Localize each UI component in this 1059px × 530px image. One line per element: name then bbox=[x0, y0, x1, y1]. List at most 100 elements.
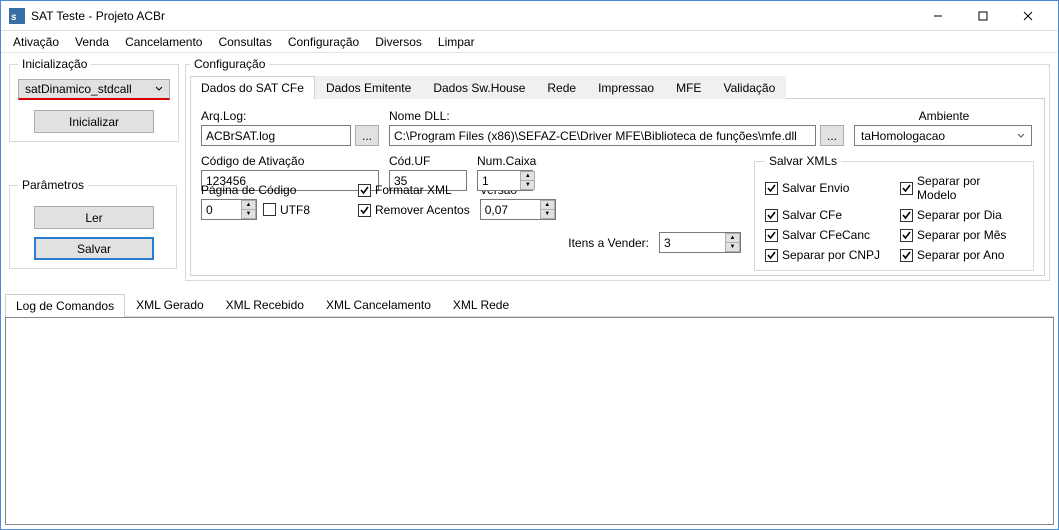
chk-separar-cnpj[interactable]: Separar por CNPJ bbox=[765, 248, 880, 262]
chk-separar-dia[interactable]: Separar por Dia bbox=[900, 208, 1023, 222]
cod-ativacao-label: Código de Ativação bbox=[201, 154, 379, 168]
ambiente-label: Ambiente bbox=[854, 109, 1034, 123]
chk-salvar-envio[interactable]: Salvar Envio bbox=[765, 174, 880, 202]
menu-consultas[interactable]: Consultas bbox=[210, 33, 279, 51]
spin-down-button[interactable]: ▼ bbox=[540, 209, 555, 219]
app-window: s SAT Teste - Projeto ACBr Ativação Vend… bbox=[0, 0, 1059, 530]
num-caixa-field: Num.Caixa ▲ ▼ bbox=[477, 154, 536, 191]
arqlog-browse-button[interactable]: ... bbox=[355, 125, 379, 146]
spin-buttons: ▲ ▼ bbox=[725, 233, 740, 252]
chevron-down-icon bbox=[1017, 129, 1025, 143]
ler-label: Ler bbox=[85, 211, 102, 225]
num-caixa-label: Num.Caixa bbox=[477, 154, 536, 168]
configuracao-group: Configuração Dados do SAT CFe Dados Emit… bbox=[185, 57, 1050, 281]
chk-formatar-xml[interactable]: Formatar XML bbox=[358, 183, 470, 197]
menu-cancelamento[interactable]: Cancelamento bbox=[117, 33, 210, 51]
menu-limpar[interactable]: Limpar bbox=[430, 33, 483, 51]
log-tab-xml-gerado[interactable]: XML Gerado bbox=[125, 293, 215, 316]
inicializacao-group: Inicialização satDinamico_stdcall Inicia… bbox=[9, 57, 179, 142]
window-buttons bbox=[915, 2, 1050, 30]
ler-button[interactable]: Ler bbox=[34, 206, 154, 229]
log-tabs: Log de Comandos XML Gerado XML Recebido … bbox=[5, 293, 1054, 317]
config-tab-panel: Arq.Log: ... Nome DLL: bbox=[190, 99, 1045, 276]
ambiente-value: taHomologacao bbox=[861, 129, 945, 143]
nome-dll-browse-button[interactable]: ... bbox=[820, 125, 844, 146]
spin-buttons: ▲ ▼ bbox=[241, 200, 256, 219]
window-title: SAT Teste - Projeto ACBr bbox=[31, 9, 915, 23]
menu-ativacao[interactable]: Ativação bbox=[5, 33, 67, 51]
spin-up-button[interactable]: ▲ bbox=[725, 233, 740, 242]
minimize-button[interactable] bbox=[915, 2, 960, 30]
log-tab-xml-recebido[interactable]: XML Recebido bbox=[215, 293, 315, 316]
chk-salvar-cfecanc[interactable]: Salvar CFeCanc bbox=[765, 228, 880, 242]
pagina-codigo-spin: ▲ ▼ bbox=[201, 199, 257, 220]
chk-salvar-cfe[interactable]: Salvar CFe bbox=[765, 208, 880, 222]
menu-configuracao[interactable]: Configuração bbox=[280, 33, 367, 51]
chk-separar-ano[interactable]: Separar por Ano bbox=[900, 248, 1023, 262]
right-column: Configuração Dados do SAT CFe Dados Emit… bbox=[185, 53, 1058, 291]
log-tab-xml-rede[interactable]: XML Rede bbox=[442, 293, 520, 316]
salvar-xmls-grid: Salvar Envio Separar por Modelo Salvar C… bbox=[765, 174, 1023, 262]
menu-venda[interactable]: Venda bbox=[67, 33, 117, 51]
chk-separar-mes[interactable]: Separar por Mês bbox=[900, 228, 1023, 242]
nome-dll-input[interactable] bbox=[389, 125, 816, 146]
chk-remover-acentos[interactable]: Remover Acentos bbox=[358, 203, 470, 217]
log-tab-xml-cancelamento[interactable]: XML Cancelamento bbox=[315, 293, 442, 316]
log-tab-comandos[interactable]: Log de Comandos bbox=[5, 294, 125, 317]
salvar-xmls-group: Salvar XMLs Salvar Envio Separar por Mod… bbox=[754, 154, 1034, 271]
nome-dll-label: Nome DLL: bbox=[389, 109, 844, 123]
titlebar: s SAT Teste - Projeto ACBr bbox=[1, 1, 1058, 31]
tab-rede[interactable]: Rede bbox=[536, 76, 587, 99]
log-panel[interactable] bbox=[5, 317, 1054, 525]
ambiente-field: Ambiente taHomologacao bbox=[854, 109, 1034, 146]
configuracao-legend: Configuração bbox=[190, 57, 269, 71]
svg-text:s: s bbox=[11, 12, 17, 23]
spin-up-button[interactable]: ▲ bbox=[520, 171, 535, 180]
spin-up-button[interactable]: ▲ bbox=[540, 200, 555, 209]
chk-separar-modelo[interactable]: Separar por Modelo bbox=[900, 174, 1023, 202]
tab-dados-sat[interactable]: Dados do SAT CFe bbox=[190, 76, 315, 99]
salvar-xmls-legend: Salvar XMLs bbox=[765, 154, 841, 168]
maximize-button[interactable] bbox=[960, 2, 1005, 30]
menu-diversos[interactable]: Diversos bbox=[367, 33, 430, 51]
chk-utf8[interactable]: UTF8 bbox=[263, 203, 310, 217]
spin-down-button[interactable]: ▼ bbox=[241, 209, 256, 219]
inicializacao-legend: Inicialização bbox=[18, 57, 91, 71]
spin-down-button[interactable]: ▼ bbox=[725, 242, 740, 252]
inicializar-button[interactable]: Inicializar bbox=[34, 110, 154, 133]
spin-down-button[interactable]: ▼ bbox=[520, 180, 535, 190]
cod-uf-label: Cód.UF bbox=[389, 154, 467, 168]
chevron-down-icon bbox=[155, 82, 163, 96]
num-caixa-spin: ▲ ▼ bbox=[477, 170, 536, 191]
nome-dll-field: Nome DLL: ... bbox=[389, 109, 844, 146]
itens-vender-spin: ▲ ▼ bbox=[659, 232, 741, 253]
close-button[interactable] bbox=[1005, 2, 1050, 30]
config-tabs: Dados do SAT CFe Dados Emitente Dados Sw… bbox=[190, 75, 1045, 99]
dll-type-wrap: satDinamico_stdcall bbox=[18, 79, 170, 100]
tab-mfe[interactable]: MFE bbox=[665, 76, 712, 99]
versao-spin: ▲ ▼ bbox=[480, 199, 556, 220]
menubar: Ativação Venda Cancelamento Consultas Co… bbox=[1, 31, 1058, 53]
pagina-codigo-field: Página de Código ▲ ▼ UTF8 bbox=[201, 183, 310, 220]
arqlog-input[interactable] bbox=[201, 125, 351, 146]
spin-buttons: ▲ ▼ bbox=[520, 171, 535, 190]
nome-dll-wrap bbox=[389, 125, 816, 146]
parametros-legend: Parâmetros bbox=[18, 178, 88, 192]
salvar-label: Salvar bbox=[77, 242, 111, 256]
dll-type-value: satDinamico_stdcall bbox=[25, 82, 132, 96]
spin-up-button[interactable]: ▲ bbox=[241, 200, 256, 209]
arqlog-field: Arq.Log: ... bbox=[201, 109, 379, 146]
dll-type-combo[interactable]: satDinamico_stdcall bbox=[18, 79, 170, 100]
tab-dados-swhouse[interactable]: Dados Sw.House bbox=[422, 76, 536, 99]
log-area: Log de Comandos XML Gerado XML Recebido … bbox=[1, 291, 1058, 529]
spin-buttons: ▲ ▼ bbox=[540, 200, 555, 219]
itens-vender-label: Itens a Vender: bbox=[568, 236, 649, 250]
tab-validacao[interactable]: Validação bbox=[712, 76, 786, 99]
ambiente-combo[interactable]: taHomologacao bbox=[854, 125, 1032, 146]
tab-impressao[interactable]: Impressao bbox=[587, 76, 665, 99]
tab-dados-emitente[interactable]: Dados Emitente bbox=[315, 76, 422, 99]
arqlog-label: Arq.Log: bbox=[201, 109, 379, 123]
left-column: Inicialização satDinamico_stdcall Inicia… bbox=[1, 53, 185, 291]
inicializar-label: Inicializar bbox=[69, 115, 119, 129]
salvar-button[interactable]: Salvar bbox=[34, 237, 154, 260]
